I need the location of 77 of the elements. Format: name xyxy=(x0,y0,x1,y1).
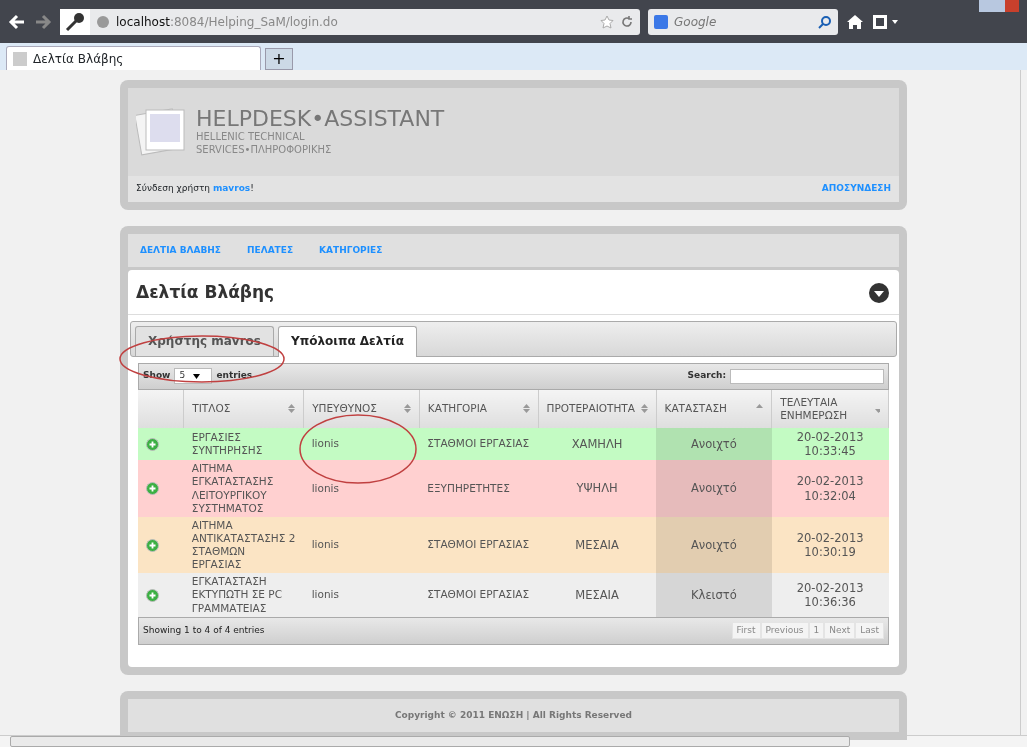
column-header[interactable]: ΤΙΤΛΟΣ xyxy=(183,389,304,428)
table-cell: Ανοιχτό xyxy=(656,516,772,574)
table-cell: ΜΕΣΑΙΑ xyxy=(538,516,657,574)
bookmarks-icon[interactable] xyxy=(872,13,900,30)
table-cell: ΣΤΑΘΜΟΙ ΕΡΓΑΣΙΑΣ xyxy=(419,427,539,461)
table-cell: Ανοιχτό xyxy=(656,427,772,461)
table-cell: ΧΑΜΗΛΗ xyxy=(538,427,657,461)
table-cell: lionis xyxy=(303,573,420,617)
entries-label: entries xyxy=(216,369,253,383)
url-text: localhost:8084/Helping_SaM/login.do xyxy=(116,13,338,31)
collapse-icon[interactable] xyxy=(869,282,889,303)
app-subtitle: SERVICES•ΠΛΗΡΟΦΟΡΙΚΗΣ xyxy=(196,143,333,156)
sort-icon[interactable] xyxy=(403,404,411,413)
table-cell: ΕΡΓΑΣΙΕΣ ΣΥΝΤΗΡΗΣΗΣ xyxy=(183,427,304,461)
table-cell: 20-02-2013 10:36:36 xyxy=(771,573,889,617)
expand-icon[interactable] xyxy=(146,437,159,451)
new-tab-button[interactable]: + xyxy=(265,48,293,70)
app-title: HELPDESK•ASSISTANT xyxy=(196,108,445,130)
table-cell: 20-02-2013 10:30:19 xyxy=(771,516,889,574)
table-row[interactable]: ΑΙΤΗΜΑ ΕΓΚΑΤΑΣΤΑΣΗΣ ΛΕΙΤΟΥΡΓΙΚΟΥ ΣΥΣΤΗΜΑΤΟΣ lionis ΕΞΥΠΗΡΕΤΗΤΕΣ ΥΨΗΛΗ Ανοιχτό 20-02-2013 10:32:04 xyxy=(138,460,889,517)
table-cell: lionis xyxy=(303,427,420,461)
table-cell: Ανοιχτό xyxy=(656,460,772,517)
page-size-select[interactable]: 5 xyxy=(174,368,213,384)
copyright-text: Copyright © 2011 ΕΝΩΣΗ | All Rights Reserved xyxy=(128,698,899,733)
expand-icon[interactable] xyxy=(146,538,159,552)
panel-tab[interactable]: Υπόλοιπα Δελτία xyxy=(277,325,417,357)
back-icon[interactable] xyxy=(8,13,26,30)
table-cell: ΕΓΚΑΤΑΣΤΑΣΗ ΕΚΤΥΠΩΤΗ ΣΕ PC ΓΡΑΜΜΑΤΕΙΑΣ xyxy=(183,573,304,617)
table-cell: ΣΤΑΘΜΟΙ ΕΡΓΑΣΙΑΣ xyxy=(419,573,539,617)
login-text: Σύνδεση χρήστη mavros! xyxy=(136,182,254,195)
page-icon xyxy=(13,51,27,66)
table-row[interactable]: ΑΙΤΗΜΑ ΑΝΤΙΚΑΤΑΣΤΑΣΗΣ 2 ΣΤΑΘΜΩΝ ΕΡΓΑΣΙΑΣ lionis ΣΤΑΘΜΟΙ ΕΡΓΑΣΙΑΣ ΜΕΣΑΙΑ Ανοιχτό 20-02-2013 10:30:19 xyxy=(138,516,889,574)
search-field[interactable]: Google xyxy=(648,8,838,35)
address-bar[interactable]: localhost:8084/Helping_SaM/login.do xyxy=(60,8,640,35)
sort-icon[interactable] xyxy=(640,404,648,413)
table-cell: 20-02-2013 10:33:45 xyxy=(771,427,889,461)
search-icon[interactable] xyxy=(818,14,832,29)
table-cell: ΥΨΗΛΗ xyxy=(538,460,657,517)
caret-icon xyxy=(193,373,201,379)
search-placeholder: Google xyxy=(674,13,717,31)
column-header xyxy=(138,389,184,428)
home-icon[interactable] xyxy=(846,13,864,30)
table-cell: lionis xyxy=(303,516,420,574)
key-icon xyxy=(60,8,90,35)
photo-frame-logo-icon xyxy=(136,106,188,158)
reload-icon[interactable] xyxy=(620,14,634,29)
column-header[interactable]: ΥΠΕΥΘΥΝΟΣ xyxy=(303,389,420,428)
show-label: Show xyxy=(143,369,171,383)
star-icon[interactable] xyxy=(600,14,614,29)
window-controls-icon[interactable] xyxy=(979,0,1019,14)
column-header[interactable]: ΠΡΟΤΕΡΑΙΟΤΗΤΑ xyxy=(538,389,657,428)
column-header[interactable]: ΚΑΤΑΣΤΑΣΗ xyxy=(656,389,772,428)
forward-icon[interactable] xyxy=(34,13,52,30)
expand-icon[interactable] xyxy=(146,482,159,496)
browser-tab[interactable]: Δελτία Βλάβης xyxy=(6,46,261,70)
column-header[interactable]: ΚΑΤΗΓΟΡΙΑ xyxy=(419,389,539,428)
table-cell: ΑΙΤΗΜΑ ΕΓΚΑΤΑΣΤΑΣΗΣ ΛΕΙΤΟΥΡΓΙΚΟΥ ΣΥΣΤΗΜΑΤΟΣ xyxy=(183,460,304,517)
sort-icon[interactable] xyxy=(288,404,296,413)
column-header[interactable]: ΤΕΛΕΥΤΑΙΑ ΕΝΗΜΕΡΩΣΗ xyxy=(771,389,889,428)
table-cell: 20-02-2013 10:32:04 xyxy=(771,460,889,517)
app-subtitle: HELLENIC TECHNICAL xyxy=(196,130,306,143)
table-cell: ΣΤΑΘΜΟΙ ΕΡΓΑΣΙΑΣ xyxy=(419,516,539,574)
search-label: Search: xyxy=(687,369,726,383)
google-icon[interactable] xyxy=(654,14,668,29)
table-cell: lionis xyxy=(303,460,420,517)
globe-icon xyxy=(96,14,110,29)
table-row[interactable]: ΕΓΚΑΤΑΣΤΑΣΗ ΕΚΤΥΠΩΤΗ ΣΕ PC ΓΡΑΜΜΑΤΕΙΑΣ lionis ΣΤΑΘΜΟΙ ΕΡΓΑΣΙΑΣ ΜΕΣΑΙΑ Κλειστό 20-02-2013 10:36:36 xyxy=(138,573,889,617)
table-row[interactable]: ΕΡΓΑΣΙΕΣ ΣΥΝΤΗΡΗΣΗΣ lionis ΣΤΑΘΜΟΙ ΕΡΓΑΣΙΑΣ ΧΑΜΗΛΗ Ανοιχτό 20-02-2013 10:33:45 xyxy=(138,427,889,461)
entries-info: Showing 1 to 4 of 4 entries xyxy=(143,623,265,637)
table-cell: ΑΙΤΗΜΑ ΑΝΤΙΚΑΤΑΣΤΑΣΗΣ 2 ΣΤΑΘΜΩΝ ΕΡΓΑΣΙΑΣ xyxy=(183,516,304,574)
table-cell: ΜΕΣΑΙΑ xyxy=(538,573,657,617)
table-cell: Κλειστό xyxy=(656,573,772,617)
expand-icon[interactable] xyxy=(146,588,159,602)
search-input[interactable] xyxy=(730,368,884,384)
sort-icon[interactable] xyxy=(522,404,530,413)
panel-title: Δελτία Βλάβης xyxy=(135,281,276,304)
table-cell: ΕΞΥΠΗΡΕΤΗΤΕΣ xyxy=(419,460,539,517)
